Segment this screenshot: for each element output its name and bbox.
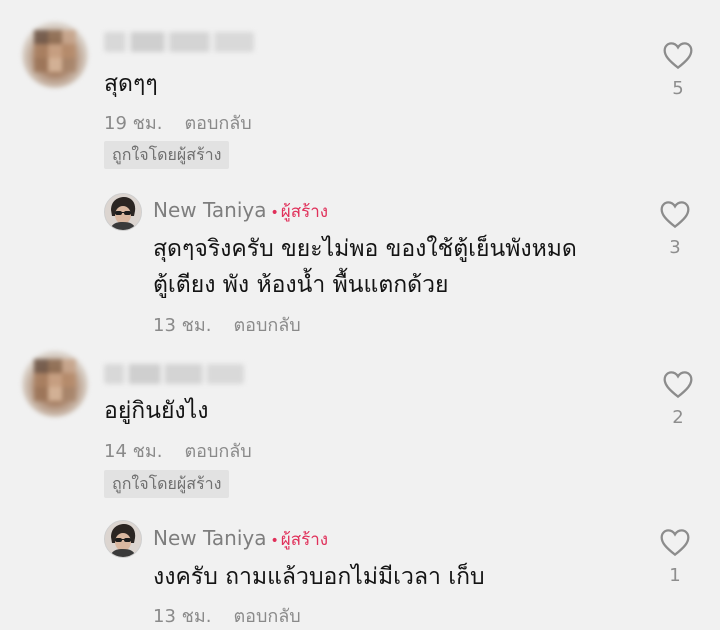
dot-separator: •	[270, 205, 279, 221]
reply-text-line-1: สุดๆจริงครับ ขยะไม่พอ ของใช้ตู้เย็นพังหม…	[153, 236, 577, 262]
like-button[interactable]: 3	[655, 199, 695, 258]
comment-time: 14 ชม.	[104, 441, 163, 462]
commenter-name-blurred[interactable]	[104, 364, 244, 384]
commenter-name-blurred[interactable]	[104, 32, 254, 52]
comment-text: อยู่กินยังไง	[104, 398, 209, 424]
reply-time: 13 ชม.	[153, 606, 212, 627]
like-count: 5	[672, 78, 684, 99]
creator-avatar[interactable]	[104, 193, 142, 231]
comment-text: สุดๆๆ	[104, 71, 158, 97]
reply-time: 13 ชม.	[153, 315, 212, 336]
liked-by-creator-badge: ถูกใจโดยผู้สร้าง	[104, 470, 230, 498]
reply-button[interactable]: ตอบกลับ	[233, 315, 300, 336]
reply-text-line-2: ตู้เตียง พัง ห้องน้ำ พื้นแตกด้วย	[153, 272, 449, 298]
like-button[interactable]: 2	[658, 369, 698, 428]
like-count: 1	[669, 565, 681, 586]
like-button[interactable]: 1	[655, 527, 695, 586]
reply-button[interactable]: ตอบกลับ	[233, 606, 300, 627]
author-name[interactable]: New Taniya • ผู้สร้าง	[153, 198, 328, 225]
reply-button[interactable]: ตอบกลับ	[184, 441, 251, 462]
commenter-avatar[interactable]	[22, 351, 88, 417]
creator-tag: ผู้สร้าง	[280, 202, 329, 222]
creator-avatar[interactable]	[104, 520, 142, 558]
like-count: 2	[672, 407, 684, 428]
like-button[interactable]: 5	[658, 40, 698, 99]
author-name[interactable]: New Taniya • ผู้สร้าง	[153, 526, 328, 553]
reply-text: งงครับ ถามแล้วบอกไม่มีเวลา เก็บ	[153, 564, 485, 590]
reply-meta: 13 ชม. ตอบกลับ	[153, 601, 301, 630]
reply-meta: 13 ชม. ตอบกลับ	[153, 310, 301, 339]
comment-time: 19 ชม.	[104, 113, 163, 134]
comment-meta: 19 ชม. ตอบกลับ	[104, 108, 252, 137]
reply-button[interactable]: ตอบกลับ	[184, 113, 251, 134]
creator-avatar-image	[105, 194, 141, 230]
liked-by-creator-badge: ถูกใจโดยผู้สร้าง	[104, 141, 230, 169]
commenter-avatar[interactable]	[22, 22, 88, 88]
comment-meta: 14 ชม. ตอบกลับ	[104, 436, 252, 465]
heart-outline-icon	[660, 201, 690, 229]
author-name-text[interactable]: New Taniya	[153, 198, 266, 222]
like-count: 3	[669, 237, 681, 258]
dot-separator: •	[270, 533, 279, 549]
heart-outline-icon	[663, 42, 693, 70]
heart-outline-icon	[660, 529, 690, 557]
heart-outline-icon	[663, 371, 693, 399]
creator-avatar-image	[105, 521, 141, 557]
author-name-text[interactable]: New Taniya	[153, 526, 266, 550]
creator-tag: ผู้สร้าง	[280, 530, 329, 550]
